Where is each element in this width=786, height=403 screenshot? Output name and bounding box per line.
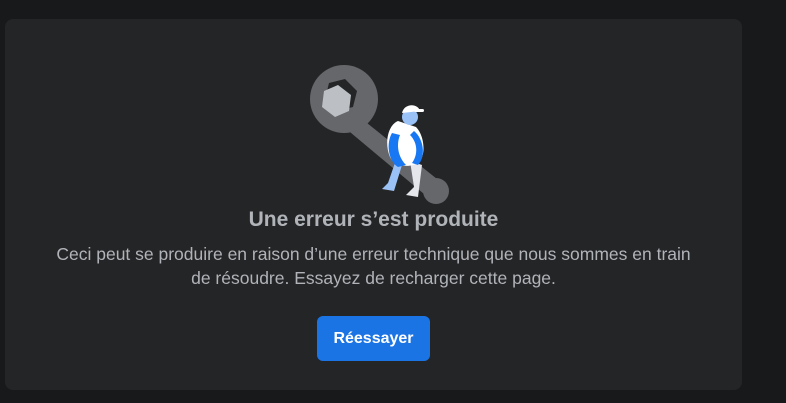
worker-figure [382,105,424,197]
error-title: Une erreur s’est produite [248,208,499,231]
wrench-worker-illustration [310,65,449,204]
page: Une erreur s’est produite Ceci peut se p… [0,0,786,403]
error-card: Une erreur s’est produite Ceci peut se p… [5,19,742,390]
error-message: Ceci peut se produire en raison d’une er… [56,244,691,288]
wrench-icon [310,65,449,204]
retry-button[interactable]: Réessayer [317,316,430,361]
